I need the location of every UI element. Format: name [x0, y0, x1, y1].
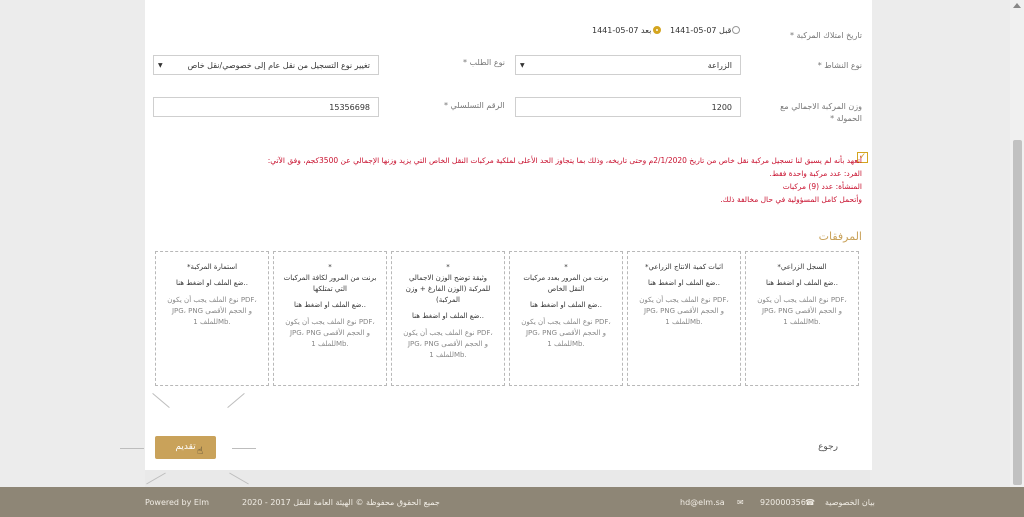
upload-drop-text: ضع الملف او اضغط هنا..: [176, 279, 248, 287]
upload-title: * وثيقة توضح الوزن الاجمالي للمركبة (الو…: [405, 263, 491, 304]
activity-select[interactable]: ▼ الزراعة: [515, 55, 741, 75]
upload-title: *استمارة المركبة: [186, 263, 238, 271]
powered-by: Powered by Elm: [145, 498, 209, 507]
email-link[interactable]: hd@elm.sa: [680, 498, 725, 507]
pledge-line-2: الفرد: عدد مركبة واحدة فقط.: [769, 169, 862, 178]
upload-drop-text: ضع الملف او اضغط هنا..: [294, 301, 366, 309]
attachments-title: المرفقات: [818, 230, 862, 243]
scrollbar-thumb[interactable]: [1013, 140, 1022, 485]
upload-title: * برنت من المرور بعدد مركبات النقل الخاص: [523, 263, 609, 293]
upload-drop-text: ضع الملف او اضغط هنا..: [530, 301, 602, 309]
scrollbar[interactable]: [1010, 0, 1024, 487]
hand-cursor-icon: ☝: [197, 446, 204, 457]
upload-hint: نوع الملف يجب أن يكون PDF، JPG، PNG و ال…: [403, 329, 493, 359]
request-type-value: تغيير نوع التسجيل من نقل عام إلى خصوصي/ن…: [187, 61, 370, 70]
activity-value: الزراعة: [707, 61, 732, 70]
ownership-date-label: تاريخ امتلاك المركبة *: [789, 31, 862, 40]
upload-title: *اثبات كمية الانتاج الزراعي: [644, 263, 724, 271]
radio-after-label[interactable]: بعد 07-05-1441: [592, 26, 651, 35]
upload-weight-document[interactable]: * وثيقة توضح الوزن الاجمالي للمركبة (الو…: [391, 251, 505, 386]
upload-hint: نوع الملف يجب أن يكون PDF، JPG، PNG و ال…: [521, 318, 611, 348]
chevron-down-icon: ▼: [520, 62, 525, 69]
phone-icon: ☎: [805, 498, 815, 507]
click-ray: [146, 472, 166, 485]
activity-label: نوع النشاط *: [817, 61, 862, 70]
radio-before[interactable]: [732, 26, 740, 34]
upload-drop-text: ضع الملف او اضغط هنا..: [766, 279, 838, 287]
page-background-left: [0, 0, 145, 487]
upload-hint: نوع الملف يجب أن يكون PDF، JPG، PNG و ال…: [639, 296, 729, 326]
back-link[interactable]: رجوع: [818, 442, 838, 452]
weight-value: 1200: [711, 103, 732, 112]
weight-label: وزن المركبة الاجمالي مع الحمولة *: [780, 102, 862, 123]
upload-drop-text: ضع الملف او اضغط هنا..: [412, 312, 484, 320]
privacy-link[interactable]: بيان الخصوصية: [825, 498, 875, 507]
click-ray: [232, 448, 256, 449]
upload-private-count[interactable]: * برنت من المرور بعدد مركبات النقل الخاص…: [509, 251, 623, 386]
submit-button[interactable]: تقديم: [155, 436, 216, 459]
radio-after[interactable]: [653, 26, 661, 34]
pledge-line-3: المنشأة: عدد (9) مركبات: [782, 182, 862, 191]
upload-title: *السجل الزراعي: [777, 263, 827, 271]
upload-hint: نوع الملف يجب أن يكون PDF، JPG، PNG و ال…: [757, 296, 847, 326]
footer: Powered by Elm جميع الحقوق محفوظة © الهي…: [0, 487, 1024, 517]
radio-before-label[interactable]: قبل 07-05-1441: [670, 26, 731, 35]
serial-value: 15356698: [329, 103, 370, 112]
copyright-text: جميع الحقوق محفوظة © الهيئة العامة للنقل…: [242, 498, 440, 507]
page-background-right: [870, 0, 1010, 487]
upload-agri-register[interactable]: *السجل الزراعي ضع الملف او اضغط هنا.. نو…: [745, 251, 859, 386]
phone-number: 920000356: [760, 498, 806, 507]
upload-hint: نوع الملف يجب أن يكون PDF، JPG، PNG و ال…: [285, 318, 375, 348]
request-type-select[interactable]: ▼ تغيير نوع التسجيل من نقل عام إلى خصوصي…: [153, 55, 379, 75]
upload-title: * برنت من المرور لكافة المركبات التي تمت…: [283, 263, 377, 293]
click-ray: [120, 448, 144, 449]
pledge-text: أتعهد بأنه لم يسبق لنا تسجيل مركبة نقل خ…: [222, 154, 862, 206]
pledge-line-4: وأتحمل كامل المسؤولية في حال مخالفة ذلك.: [720, 195, 862, 204]
chevron-down-icon: ▼: [158, 62, 163, 69]
serial-input[interactable]: 15356698: [153, 97, 379, 117]
upload-vehicle-registration[interactable]: *استمارة المركبة ضع الملف او اضغط هنا.. …: [155, 251, 269, 386]
upload-hint: نوع الملف يجب أن يكون PDF، JPG، PNG و ال…: [167, 296, 257, 326]
upload-drop-text: ضع الملف او اضغط هنا..: [648, 279, 720, 287]
upload-production-proof[interactable]: *اثبات كمية الانتاج الزراعي ضع الملف او …: [627, 251, 741, 386]
scroll-up-icon[interactable]: [1013, 3, 1021, 8]
serial-label: الرقم التسلسلي *: [444, 101, 505, 110]
upload-all-vehicles[interactable]: * برنت من المرور لكافة المركبات التي تمت…: [273, 251, 387, 386]
pledge-line-1: أتعهد بأنه لم يسبق لنا تسجيل مركبة نقل خ…: [267, 156, 862, 165]
weight-input[interactable]: 1200: [515, 97, 741, 117]
request-type-label: نوع الطلب *: [463, 58, 505, 67]
mail-icon: ✉: [737, 498, 744, 507]
click-ray: [229, 472, 249, 485]
